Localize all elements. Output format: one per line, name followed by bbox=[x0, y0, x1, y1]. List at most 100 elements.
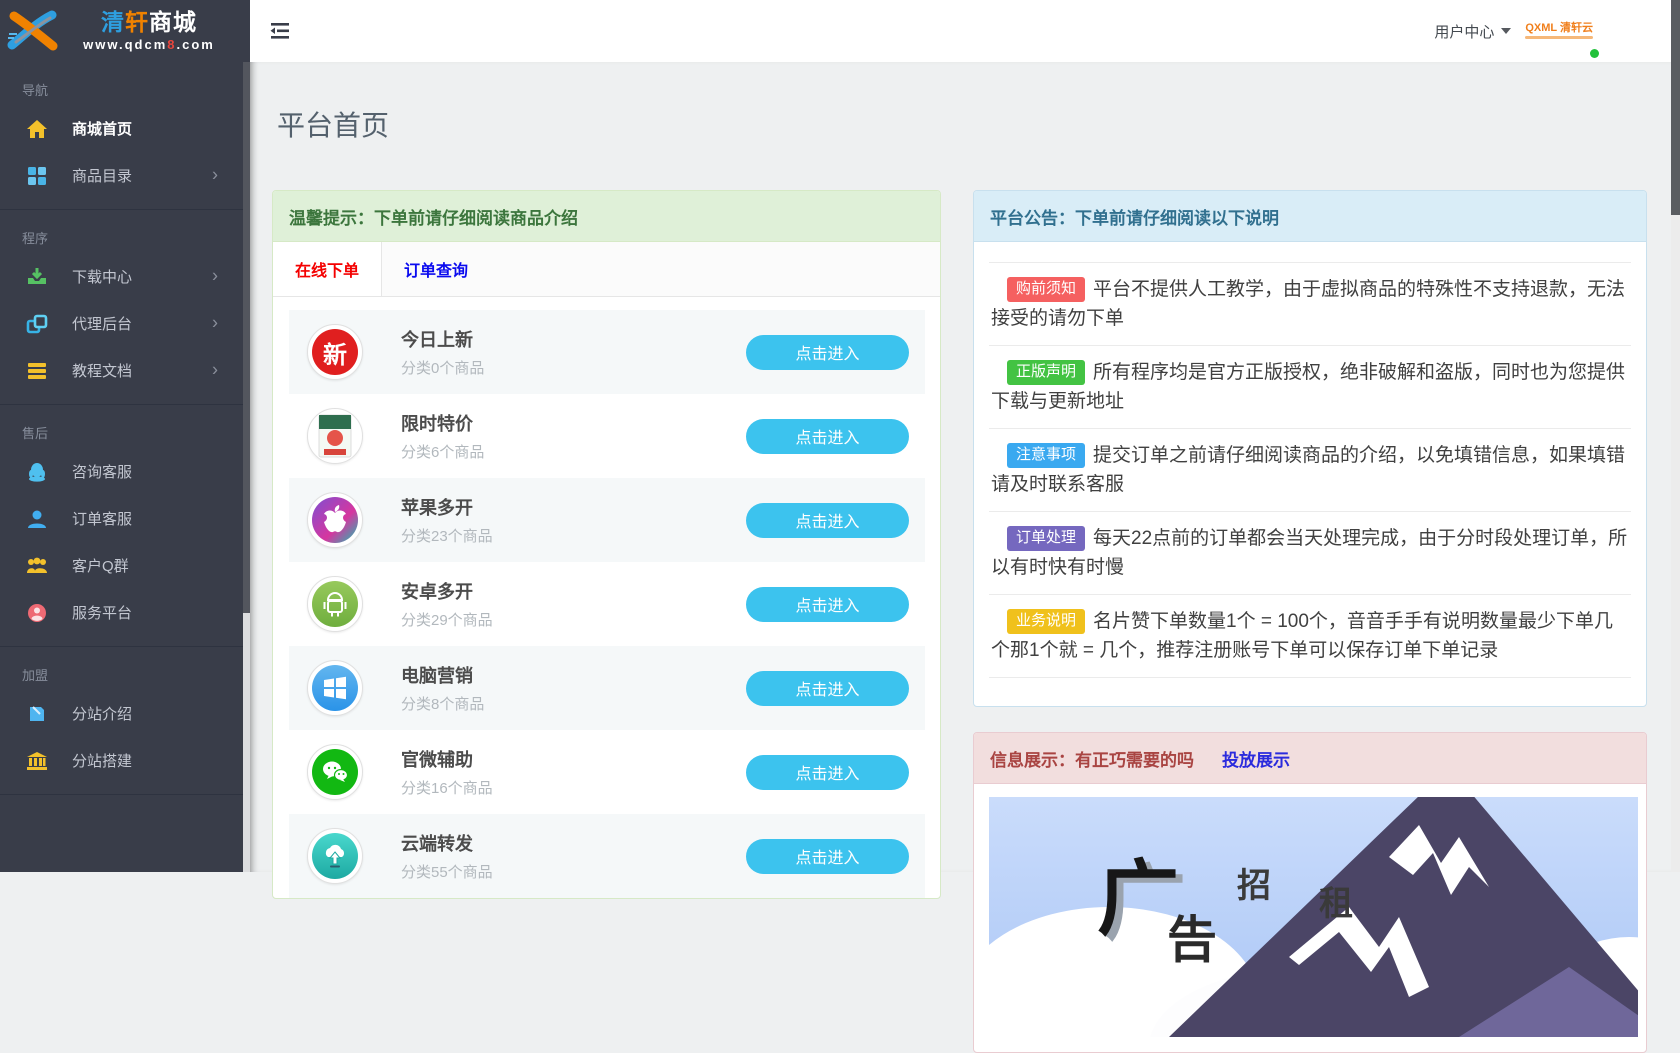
order-tabs: 在线下单 订单查询 bbox=[273, 242, 940, 297]
notice-badge: 正版声明 bbox=[1007, 360, 1085, 385]
sidebar-item-label: 下载中心 bbox=[72, 266, 132, 287]
sidebar-item-label: 客户Q群 bbox=[72, 555, 129, 576]
order-panel: 温馨提示：下单前请仔细阅读商品介绍 在线下单 订单查询 新 bbox=[272, 190, 941, 899]
notice-text: 所有程序均是官方正版授权，绝非破解和盗版，同时也为您提供下载与更新地址 bbox=[991, 362, 1625, 412]
notice-item-business: 业务说明名片赞下单数量1个 = 100个，音音手手有说明数量最少下单几个那1个就… bbox=[989, 595, 1631, 678]
grid-icon bbox=[26, 166, 48, 186]
notice-badge: 购前须知 bbox=[1007, 277, 1085, 302]
sidebar-item-service-platform[interactable]: 服务平台 bbox=[0, 589, 250, 636]
notice-text: 提交订单之前请仔细阅读商品的介绍，以免填错信息，如果填错请及时联系客服 bbox=[991, 445, 1625, 495]
book-icon bbox=[26, 704, 48, 724]
person-icon bbox=[26, 509, 48, 529]
sidebar-item-substation-build[interactable]: 分站搭建 bbox=[0, 737, 250, 784]
announcement-panel-header: 平台公告：下单前请仔细阅读以下说明 bbox=[974, 191, 1646, 242]
group-icon bbox=[26, 556, 48, 576]
ad-banner-image[interactable]: 广 广 告 招 租 bbox=[989, 797, 1638, 1037]
docs-icon bbox=[26, 361, 48, 381]
category-row-limited-sale: 限时特价 分类6个商品 点击进入 bbox=[289, 394, 925, 478]
apple-icon bbox=[307, 492, 363, 548]
category-row-wechat-assist: 官微辅助 分类16个商品 点击进入 bbox=[289, 730, 925, 814]
sidebar-collapse-button[interactable] bbox=[268, 19, 292, 43]
topbar: 用户中心 QXML 清轩云 bbox=[250, 0, 1671, 62]
page-title: 平台首页 bbox=[277, 104, 1647, 144]
category-list: 新 今日上新 分类0个商品 点击进入 bbox=[273, 310, 940, 898]
notice-badge: 业务说明 bbox=[1007, 609, 1085, 634]
notice-item-purchase: 购前须知平台不提供人工教学，由于虚拟商品的特殊性不支持退款，无法接受的请勿下单 bbox=[989, 263, 1631, 346]
sidebar-item-customer-qq-group[interactable]: 客户Q群 bbox=[0, 542, 250, 589]
sidebar-item-consult-service[interactable]: 咨询客服 bbox=[0, 448, 250, 495]
enter-button[interactable]: 点击进入 bbox=[746, 335, 909, 370]
enter-button[interactable]: 点击进入 bbox=[746, 503, 909, 538]
sidebar-item-label: 服务平台 bbox=[72, 602, 132, 623]
notice-text: 每天22点前的订单都会当天处理完成，由于分时段处理订单，所以有时快有时慢 bbox=[991, 528, 1627, 578]
brand-logo[interactable]: 清轩商城 www.qdcm8.com bbox=[0, 0, 250, 62]
agent-icon bbox=[26, 314, 48, 334]
notice-item-genuine: 正版声明所有程序均是官方正版授权，绝非破解和盗版，同时也为您提供下载与更新地址 bbox=[989, 346, 1631, 429]
announcement-panel: 平台公告：下单前请仔细阅读以下说明 购前须知平台不提供人工教学，由于虚拟商品的特… bbox=[973, 190, 1647, 707]
bank-icon bbox=[26, 751, 48, 771]
qxml-logo-text: QXML 清轩云 bbox=[1525, 23, 1593, 34]
page-scrollbar[interactable] bbox=[1671, 0, 1680, 872]
enter-button[interactable]: 点击进入 bbox=[746, 755, 909, 790]
online-status-dot bbox=[1590, 49, 1599, 58]
sidebar-item-substation-intro[interactable]: 分站介绍 bbox=[0, 690, 250, 737]
notice-list: 购前须知平台不提供人工教学，由于虚拟商品的特殊性不支持退款，无法接受的请勿下单 … bbox=[989, 262, 1631, 678]
sidebar-item-order-service[interactable]: 订单客服 bbox=[0, 495, 250, 542]
enter-button[interactable]: 点击进入 bbox=[746, 839, 909, 874]
enter-button[interactable]: 点击进入 bbox=[746, 419, 909, 454]
notice-item-attention: 注意事项提交订单之前请仔细阅读商品的介绍，以免填错信息，如果填错请及时联系客服 bbox=[989, 429, 1631, 512]
chevron-down-icon bbox=[1501, 28, 1511, 34]
category-row-cloud-forward: 云端转发 分类55个商品 点击进入 bbox=[289, 814, 925, 898]
sidebar-item-label: 教程文档 bbox=[72, 360, 132, 381]
info-panel-header: 信息展示：有正巧需要的吗 投放展示 bbox=[974, 733, 1646, 784]
page-scrollbar-thumb[interactable] bbox=[1671, 0, 1680, 215]
sidebar-section-aftersale: 售后 咨询客服 订单客服 客户Q群 bbox=[0, 405, 250, 647]
enter-button[interactable]: 点击进入 bbox=[746, 587, 909, 622]
qxml-mini-logo[interactable]: QXML 清轩云 bbox=[1525, 23, 1593, 39]
sidebar-item-label: 商城首页 bbox=[72, 118, 132, 139]
category-row-pc-marketing: 电脑营销 分类8个商品 点击进入 bbox=[289, 646, 925, 730]
sidebar-section-nav: 导航 商城首页 商品目录 bbox=[0, 62, 250, 210]
sidebar-scrollbar-track[interactable] bbox=[243, 613, 250, 872]
notice-badge: 注意事项 bbox=[1007, 443, 1085, 468]
new-icon: 新 bbox=[307, 324, 363, 380]
order-panel-header: 温馨提示：下单前请仔细阅读商品介绍 bbox=[273, 191, 940, 242]
sidebar-item-label: 咨询客服 bbox=[72, 461, 132, 482]
menu-fold-icon bbox=[268, 19, 292, 43]
sidebar: 清轩商城 www.qdcm8.com 导航 商城首页 商品目录 程序 bbox=[0, 0, 250, 872]
wechat-icon bbox=[307, 744, 363, 800]
sidebar-scrollbar-thumb[interactable] bbox=[243, 62, 250, 613]
sidebar-item-label: 商品目录 bbox=[72, 165, 132, 186]
cloud-icon bbox=[307, 828, 363, 884]
notice-item-order-processing: 订单处理每天22点前的订单都会当天处理完成，由于分时段处理订单，所以有时快有时慢 bbox=[989, 512, 1631, 595]
svg-text:告: 告 bbox=[1167, 912, 1217, 968]
category-row-today-new: 新 今日上新 分类0个商品 点击进入 bbox=[289, 310, 925, 394]
home-icon bbox=[26, 119, 48, 139]
sidebar-item-download-center[interactable]: 下载中心 bbox=[0, 253, 250, 300]
user-center-label: 用户中心 bbox=[1434, 21, 1494, 42]
ad-placement-link[interactable]: 投放展示 bbox=[1222, 746, 1290, 771]
sidebar-item-mall-home[interactable]: 商城首页 bbox=[0, 105, 250, 152]
brand-logo-icon bbox=[6, 9, 58, 53]
sidebar-item-label: 代理后台 bbox=[72, 313, 132, 334]
category-row-apple-multi: 苹果多开 分类23个商品 点击进入 bbox=[289, 478, 925, 562]
brand-name: 清轩商城 bbox=[58, 10, 240, 35]
notice-badge: 订单处理 bbox=[1007, 526, 1085, 551]
info-display-panel: 信息展示：有正巧需要的吗 投放展示 bbox=[973, 732, 1647, 1053]
enter-button[interactable]: 点击进入 bbox=[746, 671, 909, 706]
tab-order-query[interactable]: 订单查询 bbox=[382, 242, 490, 296]
sidebar-item-label: 订单客服 bbox=[72, 508, 132, 529]
info-panel-title: 信息展示：有正巧需要的吗 bbox=[990, 746, 1194, 771]
user-center-menu[interactable]: 用户中心 bbox=[1434, 21, 1511, 42]
sidebar-item-tutorial-docs[interactable]: 教程文档 bbox=[0, 347, 250, 394]
section-label: 程序 bbox=[0, 214, 250, 253]
sidebar-item-product-catalog[interactable]: 商品目录 bbox=[0, 152, 250, 199]
download-icon bbox=[26, 267, 48, 287]
section-label: 售后 bbox=[0, 409, 250, 448]
brand-url: www.qdcm8.com bbox=[58, 38, 240, 52]
category-row-android-multi: 安卓多开 分类29个商品 点击进入 bbox=[289, 562, 925, 646]
sale-icon bbox=[307, 408, 363, 464]
sidebar-item-agent-backend[interactable]: 代理后台 bbox=[0, 300, 250, 347]
tab-online-order[interactable]: 在线下单 bbox=[273, 242, 382, 296]
android-icon bbox=[307, 576, 363, 632]
